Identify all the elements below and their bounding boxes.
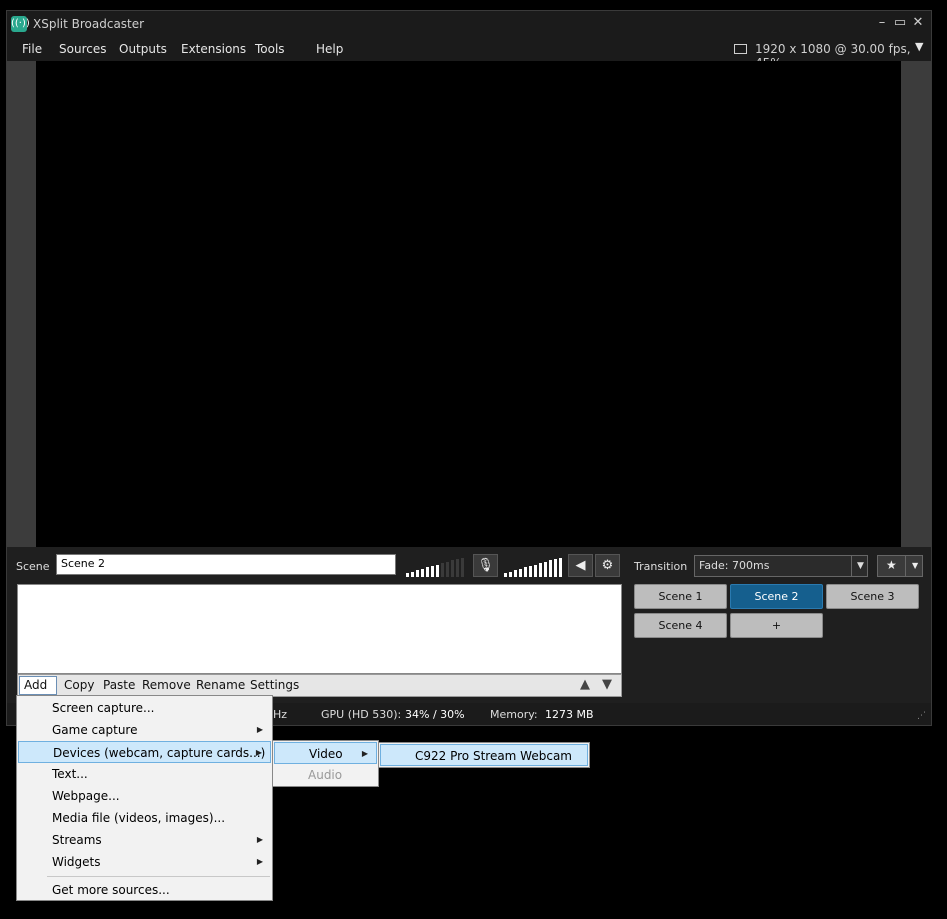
chevron-down-icon: ▼ — [905, 556, 918, 576]
rename-button[interactable]: Rename — [196, 678, 245, 692]
preview-margin-right — [901, 61, 931, 547]
meter-bar — [539, 563, 542, 577]
meter-bar — [514, 570, 517, 577]
add-source-menu: Screen capture... Game capture ▶ Devices … — [16, 695, 273, 901]
transition-label: Transition — [634, 560, 688, 573]
meter-bar — [549, 560, 552, 577]
menu-file[interactable]: File — [22, 42, 42, 56]
meter-bar — [529, 566, 532, 577]
menu-item-video[interactable]: Video ▶ — [274, 742, 377, 764]
meter-bar — [504, 573, 507, 577]
devices-submenu: Video ▶ Audio — [272, 740, 379, 787]
meter-bar — [411, 571, 414, 577]
star-plus-icon: ★ — [886, 558, 897, 572]
microphone-icon[interactable]: 🎙 — [473, 554, 498, 577]
speaker-icon[interactable]: ◀ — [568, 554, 593, 577]
add-scene-button[interactable]: + — [730, 613, 823, 638]
gpu-value: 34% / 30% — [405, 708, 465, 721]
scene-name-input[interactable]: Scene 2 — [56, 554, 396, 575]
add-source-button[interactable]: Add ▼ — [19, 676, 57, 705]
scene-label: Scene — [16, 560, 50, 573]
menu-extensions[interactable]: Extensions — [181, 42, 246, 56]
window-title: XSplit Broadcaster — [33, 17, 145, 31]
meter-bar — [524, 567, 527, 577]
sources-list[interactable] — [17, 584, 622, 674]
chevron-down-icon[interactable]: ▼ — [851, 555, 869, 577]
resize-grip-icon[interactable]: ⋰ — [917, 711, 927, 721]
meter-bar — [446, 561, 449, 577]
menu-item-game-capture[interactable]: Game capture ▶ — [18, 719, 271, 741]
submenu-arrow-icon: ▶ — [255, 748, 262, 757]
preview-margin-left — [7, 61, 36, 547]
menu-separator — [47, 876, 270, 877]
meter-bar — [461, 557, 464, 577]
video-devices-submenu: C922 Pro Stream Webcam — [378, 742, 590, 768]
transition-effects-button[interactable]: ★ ▼ — [877, 555, 923, 577]
paste-button[interactable]: Paste — [103, 678, 135, 692]
move-down-icon[interactable]: ▼ — [602, 677, 612, 692]
scene-button-3[interactable]: Scene 3 — [826, 584, 919, 609]
chevron-down-icon[interactable]: ▼ — [915, 40, 923, 53]
menu-item-screen-capture[interactable]: Screen capture... — [18, 697, 271, 719]
menu-item-widgets[interactable]: Widgets ▶ — [18, 851, 271, 873]
menu-sources[interactable]: Sources — [59, 42, 106, 56]
scene-button-2[interactable]: Scene 2 — [730, 584, 823, 609]
remove-button[interactable]: Remove — [142, 678, 191, 692]
menu-outputs[interactable]: Outputs — [119, 42, 167, 56]
menu-tools[interactable]: Tools — [255, 42, 285, 56]
memory-label: Memory: — [490, 708, 538, 721]
minimize-button[interactable]: – — [873, 14, 891, 32]
meter-bar — [416, 570, 419, 577]
memory-value: 1273 MB — [545, 708, 594, 721]
xsplit-logo-icon: ((·)) — [11, 16, 30, 32]
gear-icon[interactable]: ⚙ — [595, 554, 620, 577]
menu-item-media-file[interactable]: Media file (videos, images)... — [18, 807, 271, 829]
meter-bar — [436, 564, 439, 577]
meter-bar — [544, 561, 547, 577]
stage-preview[interactable] — [36, 61, 901, 547]
menu-item-text[interactable]: Text... — [18, 763, 271, 785]
meter-bar — [559, 557, 562, 577]
meter-bar — [431, 566, 434, 577]
app-window: ((·)) XSplit Broadcaster – ▭ ✕ File Sour… — [6, 10, 932, 726]
gpu-label: GPU (HD 530): — [321, 708, 402, 721]
meter-bar — [406, 573, 409, 577]
close-button[interactable]: ✕ — [909, 14, 927, 32]
meter-bar — [426, 567, 429, 577]
scene-button-4[interactable]: Scene 4 — [634, 613, 727, 638]
monitor-icon — [734, 44, 747, 54]
speaker-level-meter — [504, 557, 566, 577]
menu-item-c922-webcam[interactable]: C922 Pro Stream Webcam — [380, 744, 588, 766]
maximize-button[interactable]: ▭ — [891, 14, 909, 32]
add-label: Add — [24, 678, 48, 692]
meter-bar — [421, 568, 424, 577]
move-up-icon[interactable]: ▲ — [580, 677, 590, 692]
meter-bar — [519, 568, 522, 577]
meter-bar — [441, 563, 444, 577]
microphone-level-meter — [406, 557, 468, 577]
submenu-arrow-icon: ▶ — [256, 835, 263, 844]
source-toolbar: Add ▼ Copy Paste Remove Rename Settings … — [17, 674, 622, 705]
copy-button[interactable]: Copy — [64, 678, 94, 692]
menu-help[interactable]: Help — [316, 42, 343, 56]
menu-item-audio: Audio — [308, 768, 343, 782]
submenu-arrow-icon: ▶ — [361, 749, 368, 758]
menu-item-get-more-sources[interactable]: Get more sources... — [18, 879, 271, 901]
meter-bar — [451, 560, 454, 577]
menu-bar: File Sources Outputs Extensions Tools He… — [7, 37, 931, 70]
submenu-arrow-icon: ▶ — [256, 725, 263, 734]
scene-button-1[interactable]: Scene 1 — [634, 584, 727, 609]
meter-bar — [554, 559, 557, 577]
menu-item-webpage[interactable]: Webpage... — [18, 785, 271, 807]
meter-bar — [534, 564, 537, 577]
meter-bar — [509, 571, 512, 577]
meter-bar — [456, 559, 459, 577]
menu-item-streams[interactable]: Streams ▶ — [18, 829, 271, 851]
submenu-arrow-icon: ▶ — [256, 857, 263, 866]
settings-button[interactable]: Settings — [250, 678, 299, 692]
cpu-hz-fragment: Hz — [273, 708, 288, 721]
menu-item-devices[interactable]: Devices (webcam, capture cards...) ▶ — [18, 741, 271, 763]
transition-select[interactable]: Fade: 700ms — [694, 555, 868, 577]
title-bar[interactable]: ((·)) XSplit Broadcaster – ▭ ✕ — [7, 11, 931, 37]
